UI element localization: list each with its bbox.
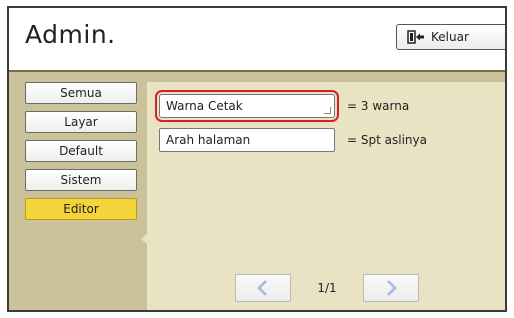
- sidebar-item-label: Semua: [60, 86, 102, 100]
- sidebar-item-sistem[interactable]: Sistem: [25, 169, 137, 191]
- setting-row: Warna Cetak = 3 warna: [155, 90, 410, 122]
- exit-button-label: Keluar: [431, 30, 469, 44]
- setting-value: = 3 warna: [347, 99, 410, 113]
- sidebar: Semua Layar Default Sistem Editor: [25, 82, 145, 227]
- setting-row: Arah halaman = Spt aslinya: [159, 128, 427, 152]
- exit-button[interactable]: Keluar: [396, 24, 505, 50]
- main-area: Semua Layar Default Sistem Editor Warna …: [9, 72, 505, 310]
- setting-page-direction-field[interactable]: Arah halaman: [159, 128, 335, 152]
- setting-label: Warna Cetak: [166, 99, 243, 113]
- sidebar-item-label: Layar: [64, 115, 98, 129]
- next-page-button[interactable]: [363, 274, 419, 302]
- exit-door-icon: [407, 30, 425, 44]
- sidebar-item-semua[interactable]: Semua: [25, 82, 137, 104]
- header: Admin. Keluar: [9, 8, 505, 72]
- prev-page-button[interactable]: [235, 274, 291, 302]
- page-title: Admin.: [25, 20, 116, 49]
- sidebar-item-layar[interactable]: Layar: [25, 111, 137, 133]
- setting-label: Arah halaman: [166, 133, 251, 147]
- setting-print-color-field[interactable]: Warna Cetak: [155, 90, 339, 122]
- resize-grip-icon: [324, 107, 331, 114]
- sidebar-item-label: Editor: [63, 202, 99, 216]
- sidebar-item-default[interactable]: Default: [25, 140, 137, 162]
- pager: 1/1: [235, 274, 419, 302]
- chevron-right-icon: [387, 280, 397, 296]
- admin-screen: Admin. Keluar Semua Layar Default Sistem…: [7, 6, 507, 312]
- sidebar-item-editor[interactable]: Editor: [25, 198, 137, 220]
- page-number: 1/1: [317, 281, 337, 295]
- chevron-left-icon: [257, 280, 267, 296]
- sidebar-item-label: Sistem: [60, 173, 102, 187]
- sidebar-item-label: Default: [59, 144, 103, 158]
- setting-value: = Spt aslinya: [347, 133, 427, 147]
- settings-panel: Warna Cetak = 3 warna Arah halaman = Spt…: [147, 82, 505, 310]
